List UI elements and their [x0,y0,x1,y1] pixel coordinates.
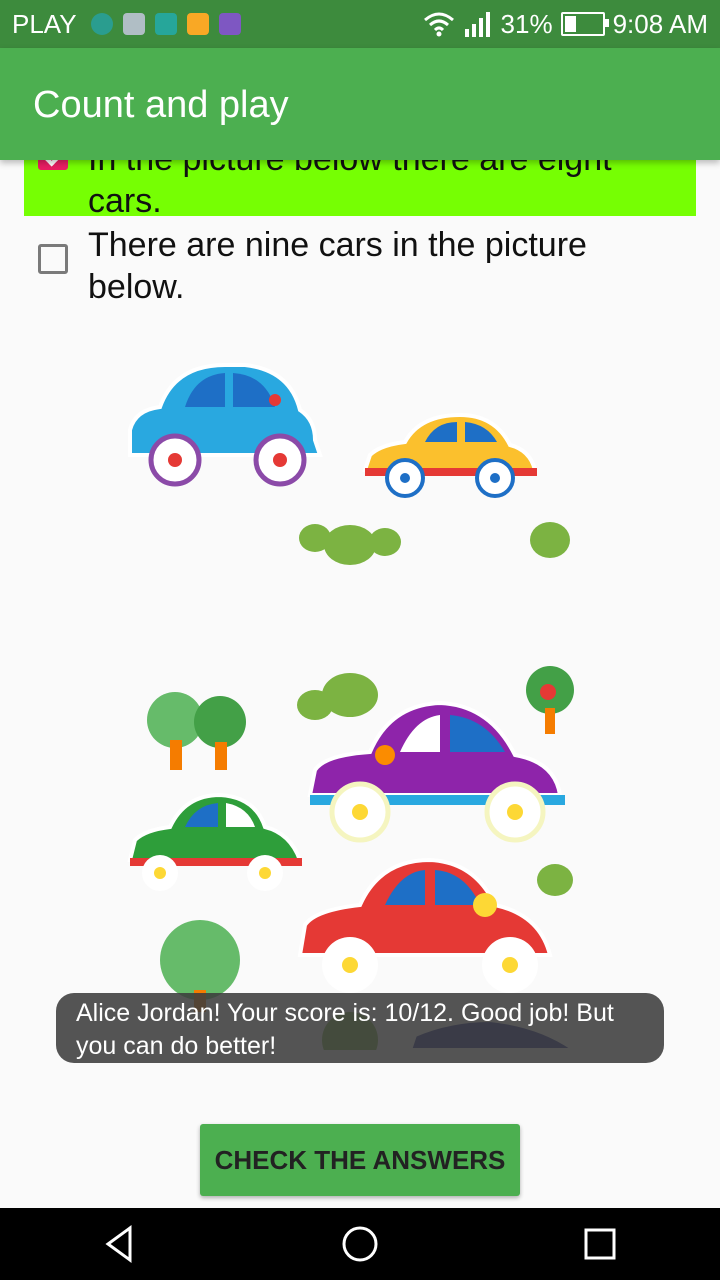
back-button[interactable] [60,1208,180,1280]
carrier-label: PLAY [12,8,77,39]
app-bar: Count and play [0,48,720,160]
tree-pair [147,692,246,770]
answer-option-1[interactable]: In the picture below there are eight car… [24,160,696,220]
battery-icon [560,12,609,36]
lock-icon [186,13,209,35]
wifi-icon [423,12,454,37]
answer-option-2[interactable]: There are nine cars in the picture below… [24,224,696,308]
cars-picture [127,363,579,1050]
signal-icon [464,12,490,37]
back-icon [105,1225,132,1263]
green-car [127,792,303,891]
yellow-car [362,412,538,498]
purple-car [307,700,565,843]
clock: 9:08 AM [612,8,708,39]
blue-car [128,363,323,487]
score-toast: Alice Jordan! Your score is: 10/12. Good… [56,993,664,1063]
home-icon [342,1226,378,1262]
navigation-bar [0,1208,720,1280]
answer-option-1-text: In the picture below there are eight car… [88,160,612,220]
android-icon [154,13,177,35]
check-answers-button[interactable]: CHECK THE ANSWERS [200,1124,520,1196]
checkbox-checked[interactable] [38,160,68,170]
status-bar: PLAY 31% 9:08 AM [0,0,720,48]
app-title: Count and play [33,84,289,126]
image-icon [218,13,241,35]
answer-option-2-text: There are nine cars in the picture below… [88,226,587,306]
recents-icon [584,1228,616,1260]
globe-icon [90,13,113,35]
battery-percent: 31% [500,8,553,39]
recents-button[interactable] [540,1208,660,1280]
tree-right [526,666,574,734]
red-car [297,857,553,993]
mail-icon [122,13,145,35]
checkbox-unchecked[interactable] [38,244,68,274]
home-button[interactable] [300,1208,420,1280]
